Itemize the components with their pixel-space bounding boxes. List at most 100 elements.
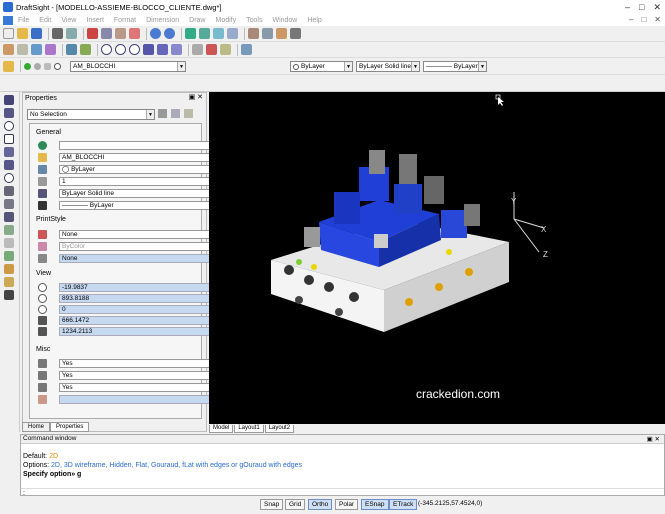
- tab-home[interactable]: Home: [22, 422, 51, 432]
- cut-icon[interactable]: [87, 28, 98, 39]
- polar-toggle[interactable]: Polar: [335, 499, 359, 510]
- center-mark-icon[interactable]: [220, 44, 231, 55]
- layers-icon[interactable]: [262, 28, 273, 39]
- menu-tools[interactable]: Tools: [241, 17, 267, 24]
- rectangle-icon[interactable]: [4, 134, 14, 144]
- undo-icon[interactable]: [150, 28, 161, 39]
- general-linetype-field[interactable]: ByLayer Solid line▼: [59, 189, 221, 198]
- doc-minimize-button[interactable]: –: [629, 15, 633, 24]
- menu-format[interactable]: Format: [109, 17, 141, 24]
- select-objects-icon[interactable]: [158, 109, 167, 118]
- general-linecolor-field[interactable]: ◯ ByLayer▼: [59, 165, 221, 174]
- view-height[interactable]: 666.1472: [59, 316, 221, 325]
- menu-modify[interactable]: Modify: [211, 17, 242, 24]
- menu-help[interactable]: Help: [302, 17, 326, 24]
- arc-icon[interactable]: [4, 147, 14, 157]
- layer-lock-icon[interactable]: [44, 62, 51, 70]
- color-dropdown[interactable]: ByLayer ▼: [290, 61, 353, 72]
- snap-toggle[interactable]: Snap: [260, 499, 284, 510]
- tab-layout2[interactable]: Layout2: [264, 425, 295, 433]
- printstyle-field[interactable]: None▼: [59, 230, 221, 239]
- dimension-style-icon[interactable]: [241, 44, 252, 55]
- misc-ucs-on[interactable]: Yes▼: [59, 359, 221, 368]
- doc-close-button[interactable]: ✕: [654, 15, 661, 24]
- tab-model[interactable]: Model: [209, 425, 234, 433]
- layer-color-icon[interactable]: [54, 62, 61, 70]
- angle-icon[interactable]: [143, 44, 154, 55]
- menu-dimension[interactable]: Dimension: [141, 17, 184, 24]
- linestyle-dropdown[interactable]: ByLayer Solid line ▼: [356, 61, 420, 72]
- ruler-icon[interactable]: [66, 44, 77, 55]
- esnap-toggle[interactable]: ESnap: [361, 499, 389, 510]
- zoom-icon[interactable]: [199, 28, 210, 39]
- menu-file[interactable]: File: [13, 17, 34, 24]
- view-center-z[interactable]: 0: [59, 305, 221, 314]
- tab-layout1[interactable]: Layout1: [234, 425, 264, 433]
- grid-toggle[interactable]: Grid: [285, 499, 306, 510]
- print-preview-icon[interactable]: [66, 28, 77, 39]
- layer-dropdown[interactable]: AM_BLOCCHI ▼: [70, 61, 186, 72]
- pan-icon[interactable]: [185, 28, 196, 39]
- text-style-icon[interactable]: [290, 28, 301, 39]
- line-icon[interactable]: [4, 95, 14, 105]
- ellipse-icon[interactable]: [4, 173, 14, 183]
- brush-icon[interactable]: [129, 28, 140, 39]
- menu-draw[interactable]: Draw: [184, 17, 210, 24]
- spline-icon[interactable]: [4, 199, 14, 209]
- redo-icon[interactable]: [164, 28, 175, 39]
- text-icon[interactable]: [4, 290, 14, 300]
- close-button[interactable]: ✕: [653, 2, 661, 13]
- circle-icon[interactable]: [4, 121, 14, 131]
- general-layer-field[interactable]: AM_BLOCCHI▼: [59, 153, 221, 162]
- save-icon[interactable]: [31, 28, 42, 39]
- tolerance-icon[interactable]: [206, 44, 217, 55]
- design-resources-icon[interactable]: [276, 28, 287, 39]
- block-icon[interactable]: [4, 251, 14, 261]
- arc-dimension-icon[interactable]: [157, 44, 168, 55]
- general-color-field[interactable]: [59, 141, 221, 150]
- layer-on-icon[interactable]: [24, 62, 31, 70]
- zoom-extents-icon[interactable]: [227, 28, 238, 39]
- plot-table-field[interactable]: None: [59, 254, 221, 263]
- baseline-icon[interactable]: [192, 44, 203, 55]
- eraser-icon[interactable]: [17, 44, 28, 55]
- minimize-button[interactable]: –: [625, 2, 630, 13]
- pencil-icon[interactable]: [3, 44, 14, 55]
- misc-ucs-name[interactable]: [59, 395, 221, 404]
- selection-dropdown[interactable]: No Selection ▼: [27, 109, 155, 120]
- measure-icon[interactable]: [31, 44, 42, 55]
- quick-select-icon[interactable]: [171, 109, 180, 118]
- drawing-viewport[interactable]: Y X Z crackedion.com: [209, 92, 665, 424]
- menu-window[interactable]: Window: [267, 17, 302, 24]
- misc-ucs-viewport[interactable]: Yes▼: [59, 383, 221, 392]
- paste-icon[interactable]: [115, 28, 126, 39]
- general-lineweight-field[interactable]: ———— ByLayer▼: [59, 201, 221, 210]
- zoom-window-icon[interactable]: [213, 28, 224, 39]
- dimension-circle-icon[interactable]: [129, 44, 140, 55]
- menu-view[interactable]: View: [56, 17, 81, 24]
- close-icon[interactable]: ▣ ✕: [647, 435, 660, 443]
- polygon-icon[interactable]: [4, 186, 14, 196]
- menu-insert[interactable]: Insert: [81, 17, 109, 24]
- misc-ucs-origin[interactable]: Yes▼: [59, 371, 221, 380]
- circle-target-icon[interactable]: [101, 44, 112, 55]
- infinite-line-icon[interactable]: [4, 108, 14, 118]
- open-icon[interactable]: [17, 28, 28, 39]
- maximize-button[interactable]: □: [639, 2, 644, 13]
- close-icon[interactable]: ▣ ✕: [189, 93, 203, 101]
- area-icon[interactable]: [45, 44, 56, 55]
- leader-icon[interactable]: [171, 44, 182, 55]
- note-icon[interactable]: [4, 277, 14, 287]
- tab-properties[interactable]: Properties: [50, 422, 90, 432]
- general-scale-field[interactable]: 1: [59, 177, 221, 186]
- layer-manager-icon[interactable]: [3, 60, 14, 72]
- point-icon[interactable]: [4, 212, 14, 222]
- view-center-x[interactable]: -19.9837: [59, 283, 221, 292]
- doc-restore-button[interactable]: □: [641, 15, 646, 24]
- properties-icon[interactable]: [248, 28, 259, 39]
- new-icon[interactable]: [3, 28, 14, 39]
- hatch-icon[interactable]: [4, 225, 14, 235]
- menu-edit[interactable]: Edit: [34, 17, 56, 24]
- toggle-pickadd-icon[interactable]: [184, 109, 193, 118]
- etrack-toggle[interactable]: ETrack: [389, 499, 418, 510]
